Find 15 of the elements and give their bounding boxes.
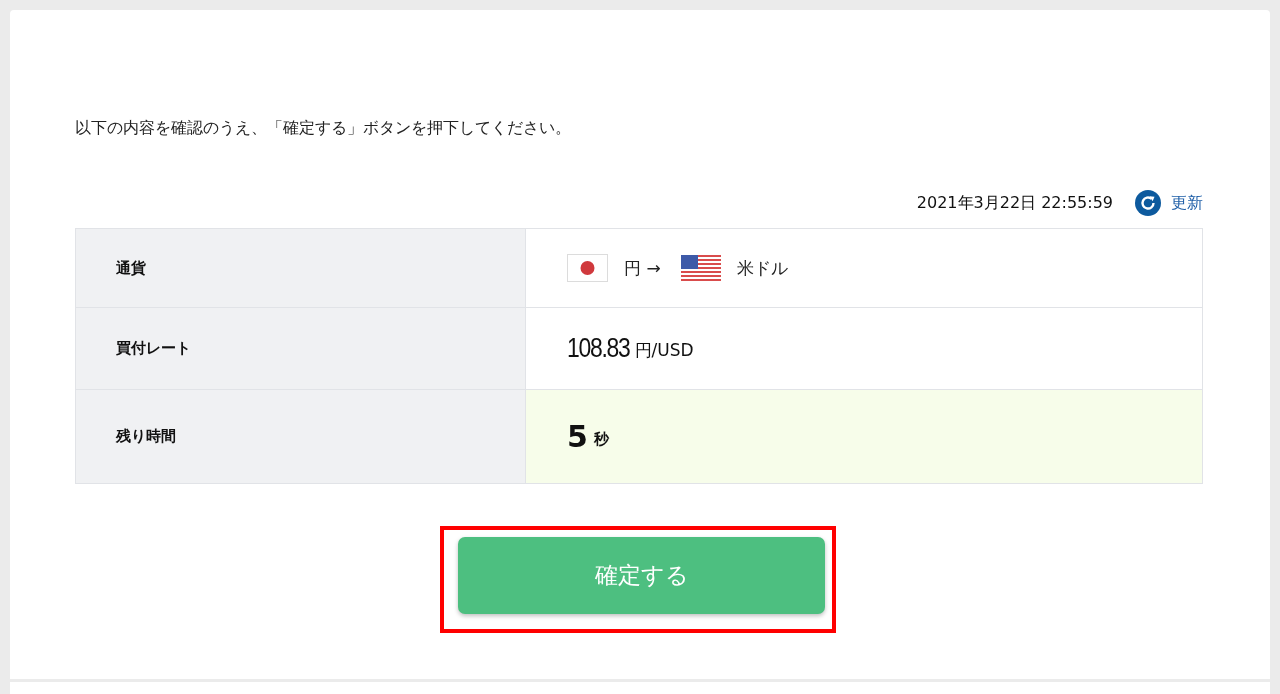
row-label: 通貨 (116, 258, 146, 278)
countdown-unit: 秒 (593, 430, 609, 449)
refresh-icon (1135, 190, 1161, 216)
row-label: 残り時間 (116, 427, 176, 446)
row-label: 買付レート (116, 339, 191, 358)
rate-value: 108.83 (567, 333, 630, 364)
rate-unit: 円/USD (634, 339, 694, 362)
countdown-value: 5 (567, 419, 588, 454)
instruction-text: 以下の内容を確認のうえ、「確定する」ボタンを押下してください。 (75, 117, 572, 139)
flag-icon (567, 254, 608, 282)
timestamp: 2021年3月22日 22:55:59 (916, 192, 1113, 214)
currency-to: 米ドル (736, 256, 788, 280)
refresh-link[interactable]: 更新 (1135, 190, 1203, 216)
currency-from: 円 → (624, 256, 661, 280)
flag-icon (680, 255, 721, 281)
